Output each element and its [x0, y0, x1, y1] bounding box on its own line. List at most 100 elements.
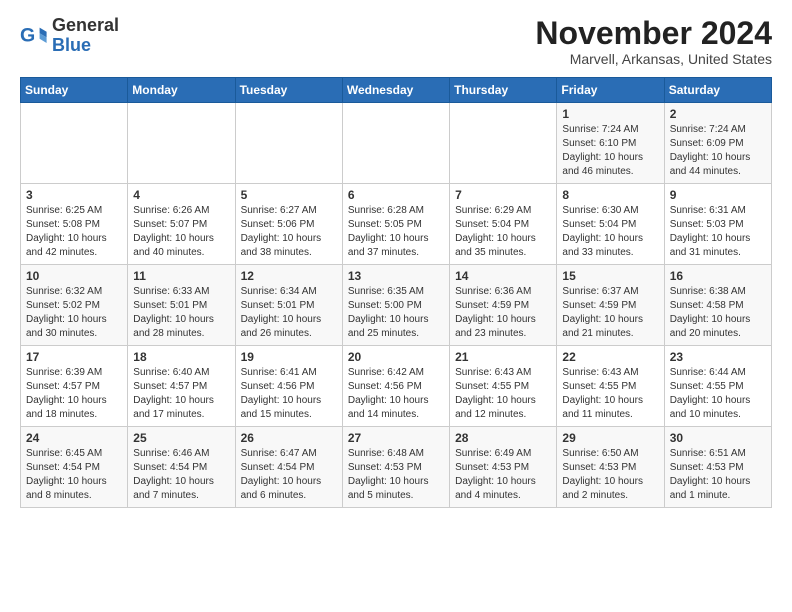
day-number: 1: [562, 107, 658, 121]
calendar-cell: 11 Sunrise: 6:33 AM Sunset: 5:01 PM Dayli…: [128, 265, 235, 346]
logo-blue: Blue: [52, 35, 91, 55]
calendar-cell: 13 Sunrise: 6:35 AM Sunset: 5:00 PM Dayli…: [342, 265, 449, 346]
day-info: Sunrise: 7:24 AM Sunset: 6:10 PM Dayligh…: [562, 123, 658, 179]
calendar-cell: 4 Sunrise: 6:26 AM Sunset: 5:07 PM Daylig…: [128, 184, 235, 265]
day-number: 30: [670, 431, 766, 445]
calendar-cell: 8Sunrise: 6:30 AM Sunset: 5:04 PM Daylig…: [557, 184, 664, 265]
day-info: Sunrise: 6:34 AM Sunset: 5:01 PM Dayligh…: [241, 285, 337, 341]
calendar-cell: 29Sunrise: 6:50 AM Sunset: 4:53 PM Dayli…: [557, 427, 664, 508]
calendar-cell: 27Sunrise: 6:48 AM Sunset: 4:53 PM Dayli…: [342, 427, 449, 508]
weekday-header-tuesday: Tuesday: [235, 78, 342, 103]
weekday-header-friday: Friday: [557, 78, 664, 103]
calendar-cell: 25Sunrise: 6:46 AM Sunset: 4:54 PM Dayli…: [128, 427, 235, 508]
day-number: 15: [562, 269, 658, 283]
logo-text: General Blue: [52, 16, 119, 56]
day-number: 25: [133, 431, 229, 445]
day-info: Sunrise: 6:33 AM Sunset: 5:01 PM Dayligh…: [133, 285, 229, 341]
day-number: 29: [562, 431, 658, 445]
day-info: Sunrise: 6:40 AM Sunset: 4:57 PM Dayligh…: [133, 366, 229, 422]
day-info: Sunrise: 6:29 AM Sunset: 5:04 PM Dayligh…: [455, 204, 551, 260]
calendar-cell: 28Sunrise: 6:49 AM Sunset: 4:53 PM Dayli…: [450, 427, 557, 508]
day-number: 17: [26, 350, 122, 364]
weekday-header-wednesday: Wednesday: [342, 78, 449, 103]
header: G General Blue November 2024 Marvell, Ar…: [20, 16, 772, 67]
page: G General Blue November 2024 Marvell, Ar…: [0, 0, 792, 612]
day-info: Sunrise: 6:35 AM Sunset: 5:00 PM Dayligh…: [348, 285, 444, 341]
day-info: Sunrise: 6:44 AM Sunset: 4:55 PM Dayligh…: [670, 366, 766, 422]
calendar-week-5: 24 Sunrise: 6:45 AM Sunset: 4:54 PM Dayli…: [21, 427, 772, 508]
logo-general: General: [52, 15, 119, 35]
day-number: 23: [670, 350, 766, 364]
calendar-week-3: 10 Sunrise: 6:32 AM Sunset: 5:02 PM Dayli…: [21, 265, 772, 346]
day-number: 13: [348, 269, 444, 283]
calendar-cell: 26 Sunrise: 6:47 AM Sunset: 4:54 PM Dayli…: [235, 427, 342, 508]
logo-icon: G: [20, 22, 48, 50]
weekday-header-thursday: Thursday: [450, 78, 557, 103]
calendar-cell: 16Sunrise: 6:38 AM Sunset: 4:58 PM Dayli…: [664, 265, 771, 346]
day-number: 24: [26, 431, 122, 445]
day-number: 4: [133, 188, 229, 202]
day-info: Sunrise: 6:49 AM Sunset: 4:53 PM Dayligh…: [455, 447, 551, 503]
day-info: Sunrise: 6:39 AM Sunset: 4:57 PM Dayligh…: [26, 366, 122, 422]
day-number: 2: [670, 107, 766, 121]
calendar-cell: 6 Sunrise: 6:28 AM Sunset: 5:05 PM Daylig…: [342, 184, 449, 265]
day-info: Sunrise: 6:48 AM Sunset: 4:53 PM Dayligh…: [348, 447, 444, 503]
day-number: 6: [348, 188, 444, 202]
calendar-cell: 12Sunrise: 6:34 AM Sunset: 5:01 PM Dayli…: [235, 265, 342, 346]
day-number: 19: [241, 350, 337, 364]
day-info: Sunrise: 6:25 AM Sunset: 5:08 PM Dayligh…: [26, 204, 122, 260]
calendar-cell: 24 Sunrise: 6:45 AM Sunset: 4:54 PM Dayli…: [21, 427, 128, 508]
day-number: 22: [562, 350, 658, 364]
day-info: Sunrise: 6:41 AM Sunset: 4:56 PM Dayligh…: [241, 366, 337, 422]
calendar-week-2: 3Sunrise: 6:25 AM Sunset: 5:08 PM Daylig…: [21, 184, 772, 265]
day-info: Sunrise: 6:47 AM Sunset: 4:54 PM Dayligh…: [241, 447, 337, 503]
calendar-cell: 19 Sunrise: 6:41 AM Sunset: 4:56 PM Dayli…: [235, 346, 342, 427]
day-info: Sunrise: 6:36 AM Sunset: 4:59 PM Dayligh…: [455, 285, 551, 341]
calendar-cell: 21 Sunrise: 6:43 AM Sunset: 4:55 PM Dayli…: [450, 346, 557, 427]
day-number: 8: [562, 188, 658, 202]
day-number: 20: [348, 350, 444, 364]
day-info: Sunrise: 6:42 AM Sunset: 4:56 PM Dayligh…: [348, 366, 444, 422]
calendar: SundayMondayTuesdayWednesdayThursdayFrid…: [20, 77, 772, 508]
calendar-cell: 30 Sunrise: 6:51 AM Sunset: 4:53 PM Dayli…: [664, 427, 771, 508]
weekday-header-row: SundayMondayTuesdayWednesdayThursdayFrid…: [21, 78, 772, 103]
calendar-cell: 9 Sunrise: 6:31 AM Sunset: 5:03 PM Daylig…: [664, 184, 771, 265]
day-number: 11: [133, 269, 229, 283]
day-info: Sunrise: 6:32 AM Sunset: 5:02 PM Dayligh…: [26, 285, 122, 341]
weekday-header-sunday: Sunday: [21, 78, 128, 103]
day-info: Sunrise: 6:51 AM Sunset: 4:53 PM Dayligh…: [670, 447, 766, 503]
calendar-cell: [450, 103, 557, 184]
day-info: Sunrise: 6:26 AM Sunset: 5:07 PM Dayligh…: [133, 204, 229, 260]
day-number: 7: [455, 188, 551, 202]
day-number: 26: [241, 431, 337, 445]
calendar-cell: 18 Sunrise: 6:40 AM Sunset: 4:57 PM Dayli…: [128, 346, 235, 427]
calendar-week-4: 17 Sunrise: 6:39 AM Sunset: 4:57 PM Dayli…: [21, 346, 772, 427]
month-title: November 2024: [535, 16, 772, 51]
location-title: Marvell, Arkansas, United States: [535, 51, 772, 67]
calendar-cell: 15 Sunrise: 6:37 AM Sunset: 4:59 PM Dayli…: [557, 265, 664, 346]
day-info: Sunrise: 7:24 AM Sunset: 6:09 PM Dayligh…: [670, 123, 766, 179]
calendar-week-1: 1 Sunrise: 7:24 AM Sunset: 6:10 PM Daylig…: [21, 103, 772, 184]
day-info: Sunrise: 6:37 AM Sunset: 4:59 PM Dayligh…: [562, 285, 658, 341]
day-number: 21: [455, 350, 551, 364]
day-number: 10: [26, 269, 122, 283]
day-info: Sunrise: 6:31 AM Sunset: 5:03 PM Dayligh…: [670, 204, 766, 260]
day-info: Sunrise: 6:28 AM Sunset: 5:05 PM Dayligh…: [348, 204, 444, 260]
day-number: 18: [133, 350, 229, 364]
day-number: 9: [670, 188, 766, 202]
calendar-cell: 20 Sunrise: 6:42 AM Sunset: 4:56 PM Dayli…: [342, 346, 449, 427]
calendar-cell: [21, 103, 128, 184]
calendar-cell: [342, 103, 449, 184]
logo: G General Blue: [20, 16, 119, 56]
day-number: 16: [670, 269, 766, 283]
calendar-cell: 3Sunrise: 6:25 AM Sunset: 5:08 PM Daylig…: [21, 184, 128, 265]
day-info: Sunrise: 6:43 AM Sunset: 4:55 PM Dayligh…: [455, 366, 551, 422]
calendar-cell: [128, 103, 235, 184]
day-number: 5: [241, 188, 337, 202]
weekday-header-saturday: Saturday: [664, 78, 771, 103]
day-info: Sunrise: 6:45 AM Sunset: 4:54 PM Dayligh…: [26, 447, 122, 503]
calendar-cell: [235, 103, 342, 184]
calendar-cell: 14Sunrise: 6:36 AM Sunset: 4:59 PM Dayli…: [450, 265, 557, 346]
calendar-cell: 5Sunrise: 6:27 AM Sunset: 5:06 PM Daylig…: [235, 184, 342, 265]
weekday-header-monday: Monday: [128, 78, 235, 103]
